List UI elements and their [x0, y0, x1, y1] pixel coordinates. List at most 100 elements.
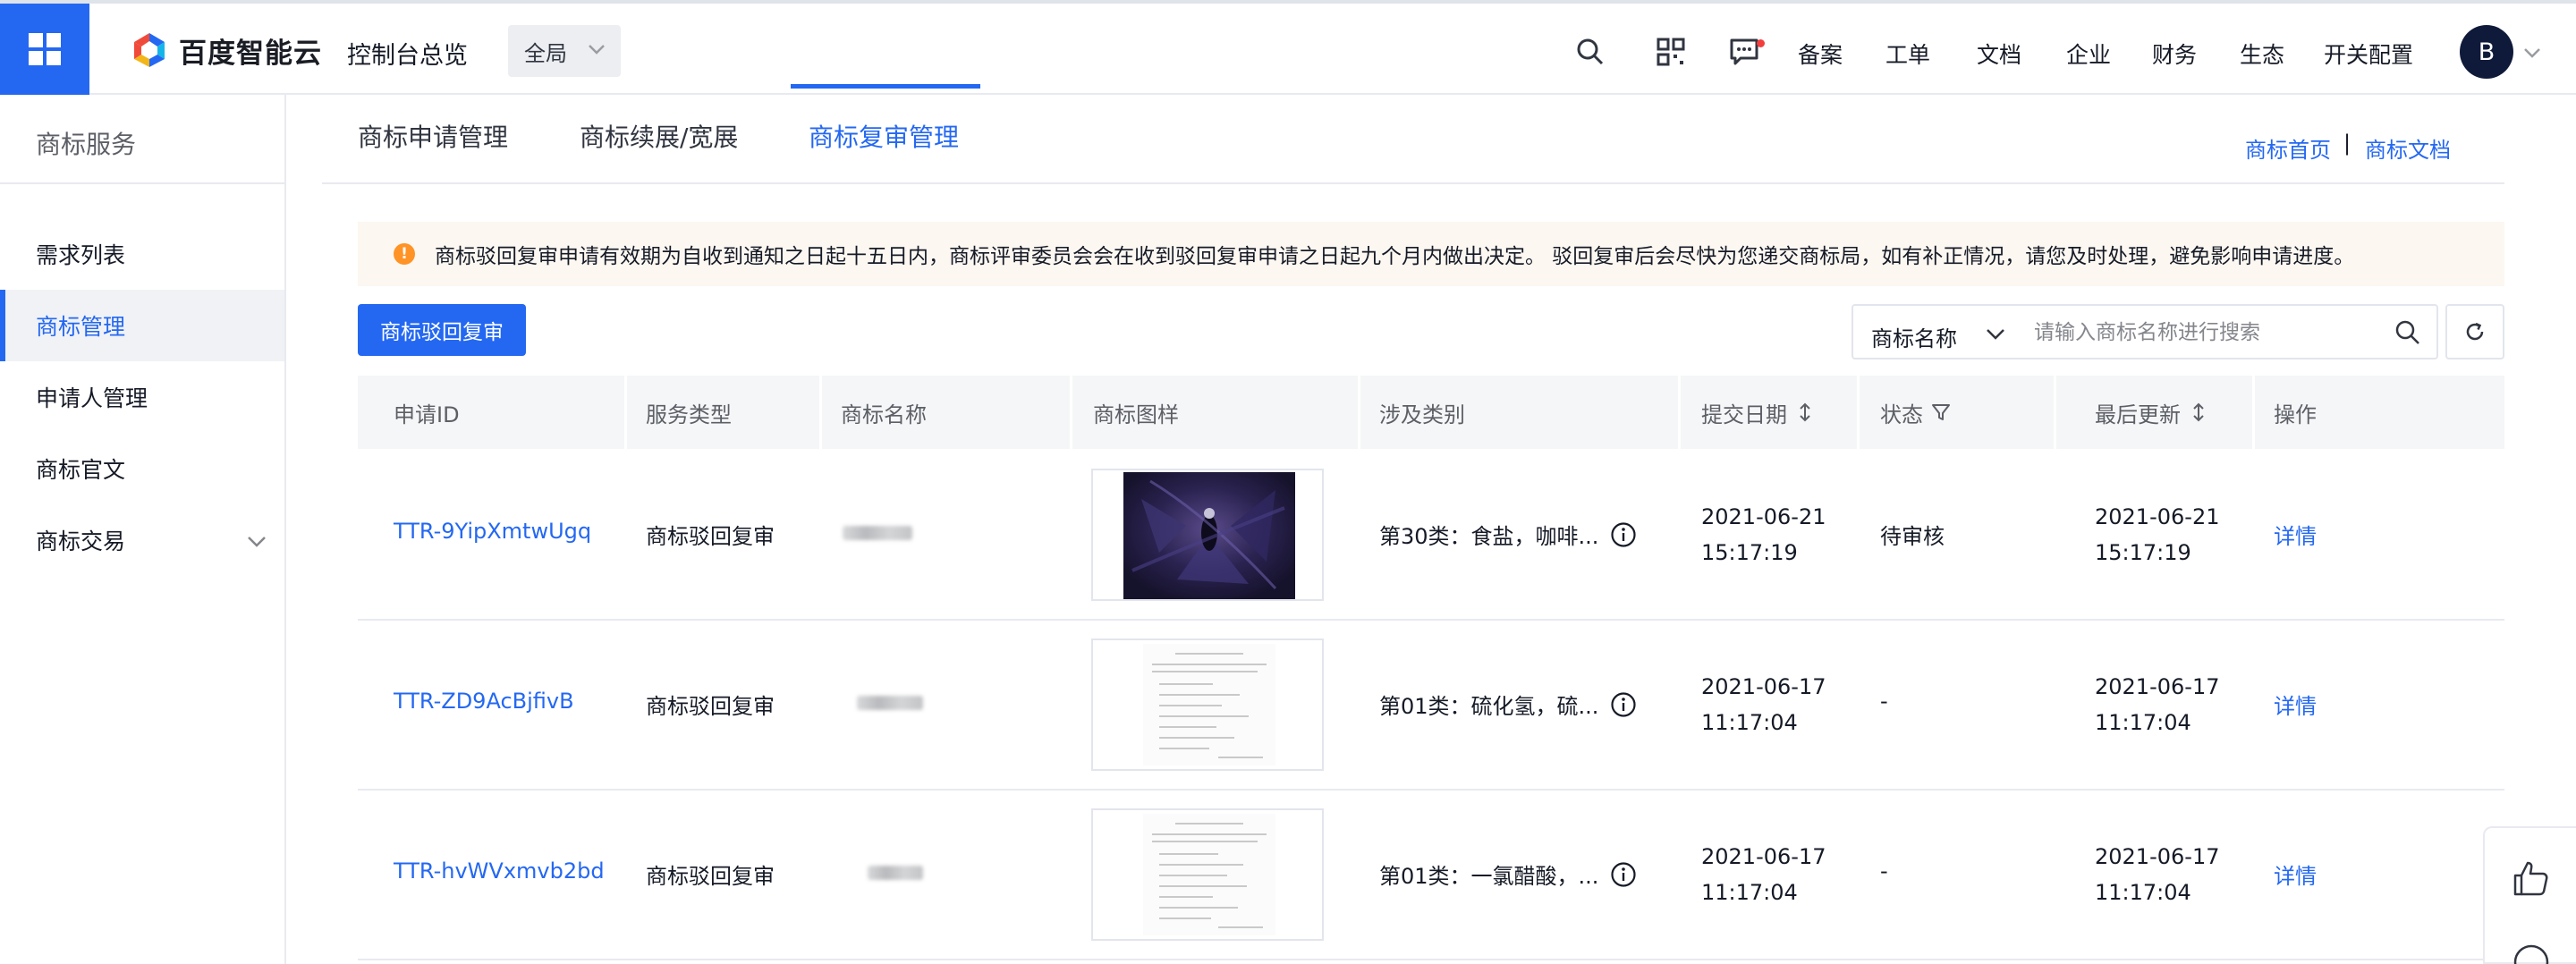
submit-date: 2021-06-21 [1701, 504, 1826, 529]
application-id-link[interactable]: TTR-9YipXmtwUgq [394, 519, 591, 544]
nav-link-enterprise[interactable]: 企业 [2066, 38, 2111, 70]
trademark-image[interactable] [1091, 808, 1324, 941]
doc-line [1159, 748, 1209, 749]
details-link[interactable]: 详情 [2274, 858, 2317, 890]
logo[interactable]: 百度智能云 [131, 30, 322, 70]
trademark-review-button[interactable]: 商标驳回复审 [358, 304, 526, 356]
sidebar-item-trademark-management[interactable]: 商标管理 [0, 290, 284, 361]
notice-banner: ! 商标驳回复审申请有效期为自收到通知之日起十五日内，商标评审委员会会在收到驳回… [358, 222, 2504, 286]
sort-icon [2193, 402, 2204, 422]
doc-line [1218, 926, 1263, 928]
trademark-image[interactable] [1091, 469, 1324, 601]
doc-line [1159, 694, 1240, 696]
column-divider [624, 376, 627, 449]
nav-link-ticket[interactable]: 工单 [1885, 38, 1930, 70]
column-header: 申请ID [394, 402, 460, 427]
nav-link-docs[interactable]: 文档 [1977, 38, 2021, 70]
column-header-label: 状态 [1880, 402, 1923, 427]
tab-renewal[interactable]: 商标续展/宽展 [580, 118, 738, 184]
nav-link-finance[interactable]: 财务 [2152, 38, 2197, 70]
region-value: 全局 [524, 40, 567, 66]
trademark-artwork-image [1123, 472, 1295, 599]
chevron-down-icon[interactable] [2522, 43, 2542, 63]
submit-date-header[interactable]: 提交日期 [1701, 376, 1816, 449]
doc-line [1152, 664, 1267, 665]
warning-icon: ! [394, 243, 415, 265]
update-date: 2021-06-21 [2095, 504, 2220, 529]
table-row: TTR-9YipXmtwUgq 商标驳回复审 第30类：食盐，咖啡... 202… [358, 451, 2504, 621]
avatar[interactable]: B [2460, 25, 2513, 79]
sidebar-item-label: 商标管理 [36, 314, 126, 340]
sidebar-item-trading[interactable]: 商标交易 [0, 504, 284, 576]
top-navbar: 百度智能云 控制台总览 全局 备案 工单 文档 企业 财务 生态 开关配置 B [0, 0, 2576, 95]
update-time: 15:17:19 [2095, 540, 2191, 565]
doc-line [1152, 841, 1258, 842]
chevron-down-icon[interactable] [1984, 322, 2007, 345]
column-divider [1358, 376, 1360, 449]
submit-date: 2021-06-17 [1701, 844, 1826, 869]
info-icon[interactable] [1610, 521, 1637, 548]
search-field-select[interactable]: 商标名称 [1871, 321, 1957, 352]
help-icon[interactable] [2512, 943, 2551, 964]
region-select[interactable]: 全局 [508, 25, 621, 77]
chevron-down-icon [589, 45, 605, 55]
column-divider [1678, 376, 1681, 449]
product-menu-button[interactable] [0, 4, 89, 95]
qrcode-icon[interactable] [1655, 36, 1687, 68]
trademark-docs-link[interactable]: 商标文档 [2365, 132, 2451, 164]
search-icon[interactable] [1574, 36, 1606, 68]
service-type: 商标驳回复审 [646, 864, 775, 889]
submit-time: 11:17:04 [1701, 880, 1798, 905]
nav-link-switch-config[interactable]: 开关配置 [2324, 38, 2413, 70]
trademark-image[interactable] [1091, 638, 1324, 771]
status-text: - [1880, 858, 1888, 884]
update-datetime: 2021-06-21 15:17:19 [2095, 499, 2219, 571]
document-thumbnail [1143, 644, 1275, 765]
table-row: TTR-ZD9AcBjfivB 商标驳回复审 第01类：硫化氢，硫... 202… [358, 621, 2504, 791]
tab-application-management[interactable]: 商标申请管理 [358, 118, 508, 184]
update-date: 2021-06-17 [2095, 674, 2220, 699]
blurred-trademark-name [843, 526, 912, 540]
doc-line [1159, 917, 1211, 919]
submit-datetime: 2021-06-21 15:17:19 [1701, 499, 1826, 571]
console-title[interactable]: 控制台总览 [347, 36, 468, 71]
info-icon[interactable] [1610, 691, 1637, 718]
doc-line [1159, 853, 1218, 855]
doc-line [1159, 705, 1222, 706]
chevron-down-icon [248, 537, 266, 547]
trademark-home-link[interactable]: 商标首页 [2245, 132, 2331, 164]
status-header[interactable]: 状态 [1880, 376, 1952, 449]
sidebar-item-applicants[interactable]: 申请人管理 [0, 361, 284, 433]
refresh-button[interactable] [2445, 304, 2504, 359]
active-tab-indicator [791, 84, 980, 89]
refresh-icon [2466, 322, 2484, 341]
application-id-link[interactable]: TTR-ZD9AcBjfivB [394, 689, 574, 714]
column-divider [2252, 376, 2255, 449]
notice-text: 商标驳回复审申请有效期为自收到通知之日起十五日内，商标评审委员会会在收到驳回复审… [435, 245, 2355, 268]
submit-time: 11:17:04 [1701, 710, 1798, 735]
details-link[interactable]: 详情 [2274, 689, 2317, 720]
service-type: 商标驳回复审 [646, 694, 775, 719]
search-icon[interactable] [2394, 318, 2422, 347]
message-icon[interactable] [1728, 36, 1760, 68]
search-input[interactable] [2034, 313, 2383, 352]
nav-link-beian[interactable]: 备案 [1798, 38, 1843, 70]
nav-link-ecosystem[interactable]: 生态 [2240, 38, 2284, 70]
service-type: 商标驳回复审 [646, 524, 775, 549]
tab-review-management[interactable]: 商标复审管理 [809, 118, 959, 184]
details-link[interactable]: 详情 [2274, 519, 2317, 550]
sidebar: 商标服务 需求列表 商标管理 申请人管理 商标官文 商标交易 [0, 95, 286, 964]
sidebar-item-requirements[interactable]: 需求列表 [0, 218, 284, 290]
category-text: 第01类：一氯醋酸，... [1379, 864, 1599, 889]
update-datetime: 2021-06-17 11:17:04 [2095, 839, 2219, 910]
sidebar-item-official-docs[interactable]: 商标官文 [0, 433, 284, 504]
application-id-link[interactable]: TTR-hvWVxmvb2bd [394, 858, 605, 884]
update-time: 11:17:04 [2095, 710, 2191, 735]
document-thumbnail [1143, 814, 1275, 935]
thumbs-up-icon[interactable] [2512, 858, 2551, 898]
info-icon[interactable] [1610, 861, 1637, 888]
doc-line [1152, 833, 1267, 835]
sidebar-item-label: 商标交易 [36, 529, 126, 554]
submit-datetime: 2021-06-17 11:17:04 [1701, 669, 1826, 740]
last-update-header[interactable]: 最后更新 [2095, 376, 2209, 449]
